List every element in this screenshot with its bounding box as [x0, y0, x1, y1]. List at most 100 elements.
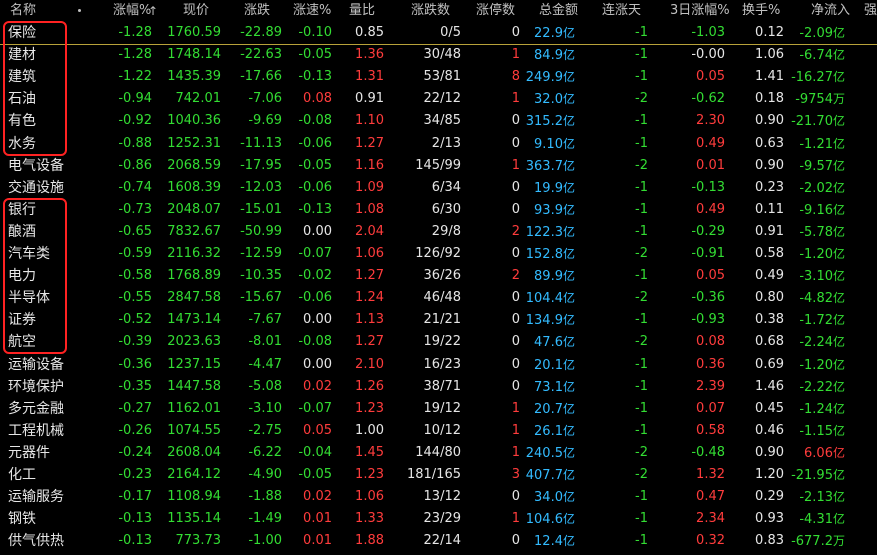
cell-vr: 1.88 [355, 530, 384, 552]
cell-vr: 1.27 [355, 265, 384, 287]
cell-value: 19.9 [534, 180, 563, 196]
cell-adv: 0/5 [440, 22, 461, 44]
cell-chg: -0.74 [118, 177, 152, 199]
cell-vr: 0.91 [355, 88, 384, 110]
table-row[interactable]: 有色 -0.92 1040.36 -9.69 -0.08 1.10 34/85 0 315.2亿… [0, 110, 877, 132]
cell-amt: 12.4亿 [534, 530, 575, 552]
sector-name[interactable]: 化工 [8, 464, 36, 486]
table-row[interactable]: 工程机械 -0.26 1074.55 -2.75 0.05 1.00 10/12 1 26.1亿… [0, 420, 877, 442]
cell-value: 0 [511, 334, 520, 350]
cell-value: 1.23 [355, 400, 384, 416]
table-row[interactable]: 元器件 -0.24 2608.04 -6.22 -0.04 1.45 144/80 1 240.… [0, 442, 877, 464]
cell-value: 0 [511, 312, 520, 328]
cell-chg3: 2.39 [696, 376, 725, 398]
cell-days: -1 [635, 354, 648, 376]
table-row[interactable]: 环境保护 -0.35 1447.58 -5.08 0.02 1.26 38/71 0 73.1亿… [0, 376, 877, 398]
cell-value: 1.20 [755, 467, 784, 482]
cell-value: 19/22 [423, 334, 461, 350]
table-row[interactable]: 石油 -0.94 742.01 -7.06 0.08 0.91 22/12 1 32.0亿 -2-… [0, 88, 877, 110]
cell-value: 1 [511, 47, 520, 63]
sector-name[interactable]: 钢铁 [8, 508, 36, 530]
cell-speed: 0.05 [303, 420, 332, 442]
sector-name[interactable]: 运输设备 [8, 354, 64, 376]
cell-adv: 13/12 [424, 486, 461, 508]
column-header[interactable]: 涨停数 [476, 0, 515, 22]
column-header[interactable]: 涨速% [293, 0, 331, 22]
table-row[interactable]: 运输设备 -0.36 1237.15 -4.47 0.00 2.10 16/23 0 20.1亿… [0, 354, 877, 376]
cell-value: 1768.89 [167, 268, 221, 284]
cell-value: 0.85 [355, 25, 384, 40]
cell-value: -15.01 [240, 201, 282, 217]
table-row[interactable]: 半导体 -0.55 2847.58 -15.67 -0.06 1.24 46/48 0 104.… [0, 287, 877, 309]
table-row[interactable]: 供气供热 -0.13 773.73 -1.00 0.01 1.88 22/14 0 12.4亿 -… [0, 530, 877, 552]
sector-name[interactable]: 交通设施 [8, 177, 64, 199]
sector-name[interactable]: 电气设备 [8, 155, 64, 177]
column-header[interactable]: 总金额 [539, 0, 578, 22]
column-header[interactable]: 连涨天 [602, 0, 641, 22]
table-row[interactable]: 银行 -0.73 2048.07 -15.01 -0.13 1.08 6/30 0 93.9亿 -… [0, 199, 877, 221]
table-row[interactable]: 钢铁 -0.13 1135.14 -1.49 0.01 1.33 23/29 1 104.6亿 -… [0, 508, 877, 530]
table-row[interactable]: 证券 -0.52 1473.14 -7.67 0.00 1.13 21/21 0 134.9亿 -… [0, 309, 877, 331]
table-row[interactable]: 汽车类 -0.59 2116.32 -12.59 -0.07 1.06 126/92 0 152… [0, 243, 877, 265]
unit-label: 亿 [562, 468, 575, 482]
sector-name[interactable]: 多元金融 [8, 398, 64, 420]
cell-value: 1040.36 [167, 113, 221, 129]
cell-value: 1.45 [355, 444, 384, 460]
cell-value: 1108.94 [167, 489, 221, 505]
table-row[interactable]: 建材 -1.28 1748.14 -22.63 -0.05 1.36 30/48 1 84.9亿… [0, 44, 877, 66]
table-row[interactable]: 电力 -0.58 1768.89 -10.35 -0.02 1.27 36/26 2 89.9亿… [0, 265, 877, 287]
cell-speed: 0.01 [303, 530, 332, 552]
cell-lim: 0 [512, 309, 520, 331]
table-row[interactable]: 运输服务 -0.17 1108.94 -1.88 0.02 1.06 13/12 0 34.0亿… [0, 486, 877, 508]
cell-value: -4.31 [799, 512, 833, 528]
column-header[interactable]: 强 [864, 0, 877, 22]
cell-value: 8 [511, 69, 520, 85]
table-row[interactable]: 酿酒 -0.65 7832.67 -50.99 0.00 2.04 29/8 2 122.3亿 -… [0, 221, 877, 243]
cell-flow: -16.27亿 [791, 66, 845, 88]
sector-name[interactable]: 供气供热 [8, 530, 64, 552]
cell-chg3: 0.08 [696, 331, 725, 353]
cell-adv: 22/12 [424, 88, 461, 110]
cell-vr: 1.16 [355, 155, 384, 177]
cell-lim: 8 [512, 66, 520, 88]
table-row[interactable]: 保险 -1.28 1760.59 -22.89 -0.10 0.85 0/5 0 22.9亿 -1… [0, 22, 877, 44]
sector-name[interactable]: 环境保护 [8, 376, 64, 398]
table-row[interactable]: 电气设备 -0.86 2068.59 -17.95 -0.05 1.16 145/99 1 36… [0, 155, 877, 177]
column-header[interactable]: 换手% [742, 0, 780, 22]
column-header[interactable]: 3日涨幅% [670, 0, 730, 22]
cell-vr: 1.24 [355, 287, 384, 309]
cell-turn: 0.91 [755, 221, 784, 243]
cell-value: -1.24 [799, 401, 833, 417]
column-header[interactable]: 名称 [10, 0, 36, 22]
cell-vr: 2.04 [355, 221, 384, 243]
unit-label: 亿 [832, 269, 845, 284]
cell-value: -0.08 [298, 113, 332, 129]
cell-days: -2 [635, 331, 648, 353]
column-header[interactable]: 现价 [183, 0, 209, 22]
table-row[interactable]: 建筑 -1.22 1435.39 -17.66 -0.13 1.31 53/81 8 249.9… [0, 66, 877, 88]
cell-speed: -0.06 [298, 133, 332, 155]
unit-label: 亿 [832, 247, 845, 261]
table-row[interactable]: 化工 -0.23 2164.12 -4.90 -0.05 1.23 181/165 3 407.… [0, 464, 877, 486]
table-row[interactable]: 水务 -0.88 1252.31 -11.13 -0.06 1.27 2/13 0 9.10亿 -… [0, 133, 877, 155]
column-header[interactable]: 涨幅% [113, 0, 151, 22]
cell-lim: 0 [512, 133, 520, 155]
cell-diff: -2.75 [248, 420, 282, 442]
table-row[interactable]: 交通设施 -0.74 1608.39 -12.03 -0.06 1.09 6/34 0 19.9… [0, 177, 877, 199]
column-header[interactable]: 涨跌数 [411, 0, 450, 22]
cell-value: -1.20 [799, 357, 833, 373]
unit-label: 亿 [562, 291, 575, 306]
cell-vr: 1.06 [355, 243, 384, 265]
sector-name[interactable]: 元器件 [8, 442, 50, 464]
sector-name[interactable]: 工程机械 [8, 420, 64, 442]
table-row[interactable]: 多元金融 -0.27 1162.01 -3.10 -0.07 1.23 19/12 1 20.7… [0, 398, 877, 420]
column-header[interactable]: 涨跌 [244, 0, 270, 22]
cell-adv: 46/48 [424, 287, 461, 309]
table-row[interactable]: 航空 -0.39 2023.63 -8.01 -0.08 1.27 19/22 0 47.6亿 -… [0, 331, 877, 353]
cell-amt: 89.9亿 [534, 265, 575, 287]
column-header[interactable]: 量比 [349, 0, 375, 22]
column-header[interactable]: 净流入 [811, 0, 850, 22]
cell-lim: 1 [512, 398, 520, 420]
cell-turn: 0.68 [755, 331, 784, 353]
sector-name[interactable]: 运输服务 [8, 486, 64, 508]
